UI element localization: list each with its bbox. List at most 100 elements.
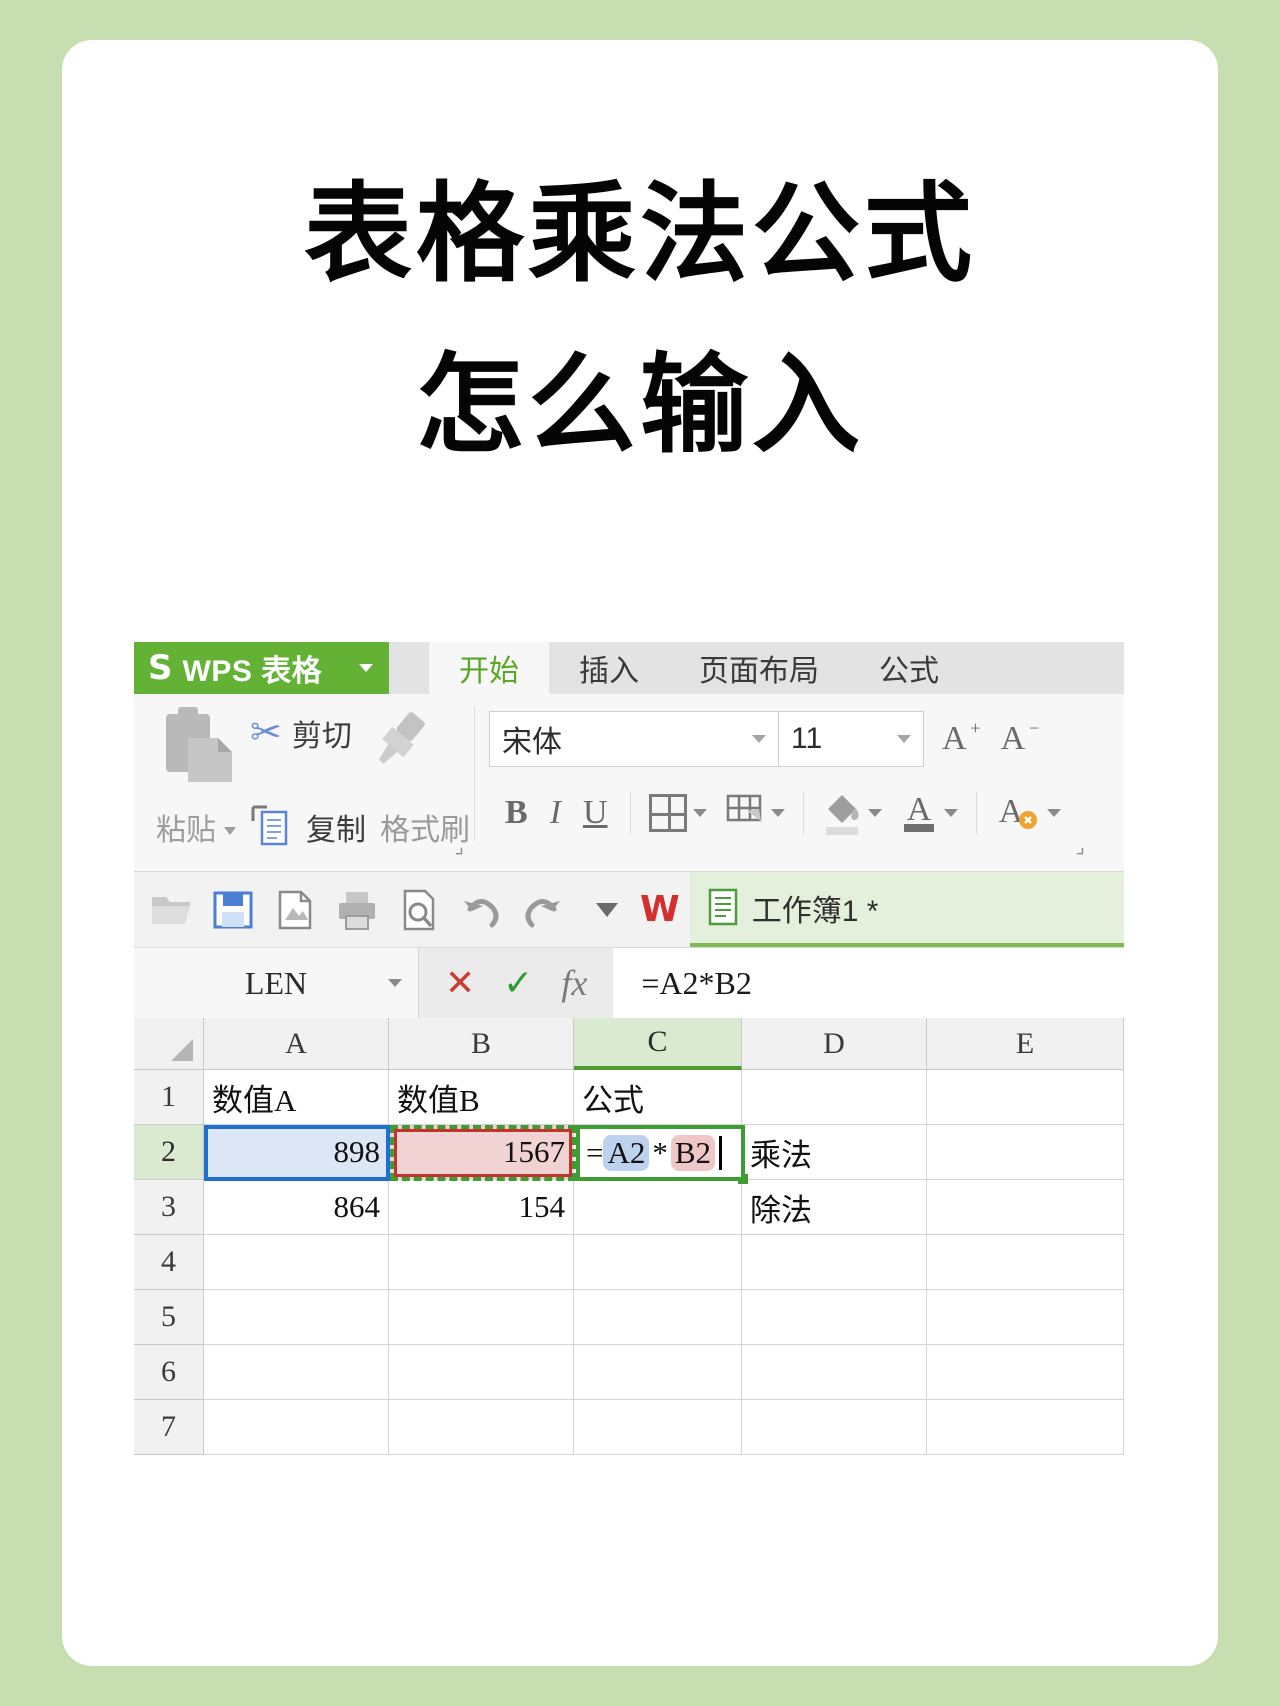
cell-b3[interactable]: 154 (389, 1180, 574, 1235)
table-row: 5 (134, 1290, 1124, 1345)
tab-formula[interactable]: 公式 (849, 642, 969, 694)
underline-button[interactable]: U (583, 794, 608, 832)
cell-a7[interactable] (204, 1400, 389, 1455)
quick-access-chevron-down-icon[interactable] (596, 902, 618, 917)
redo-icon[interactable] (520, 887, 566, 933)
cell-b5[interactable] (389, 1290, 574, 1345)
formula-input[interactable]: =A2*B2 (613, 948, 1124, 1018)
cell-b7[interactable] (389, 1400, 574, 1455)
column-header-b[interactable]: B (389, 1018, 574, 1070)
workbook-tab[interactable]: 工作簿1 * (689, 872, 1124, 947)
print-preview-icon[interactable] (396, 887, 442, 933)
chevron-down-icon[interactable] (359, 664, 373, 672)
undo-icon[interactable] (458, 887, 504, 933)
workbook-tab-label: 工作簿1 * (751, 894, 879, 928)
fill-color-chevron-down-icon[interactable] (867, 809, 882, 817)
clear-format-icon[interactable]: A (995, 788, 1041, 839)
font-color-icon[interactable]: A (900, 788, 938, 839)
column-header-a[interactable]: A (204, 1018, 389, 1070)
font-size-chevron-down-icon[interactable] (897, 735, 911, 743)
cell-a1[interactable]: 数值A (204, 1070, 389, 1125)
tab-insert[interactable]: 插入 (549, 642, 669, 694)
cell-e3[interactable] (927, 1180, 1124, 1235)
cell-e7[interactable] (927, 1400, 1124, 1455)
merge-chevron-down-icon[interactable] (770, 809, 785, 817)
cell-b1[interactable]: 数值B (389, 1070, 574, 1125)
cell-d1[interactable] (742, 1070, 927, 1125)
cell-e4[interactable] (927, 1235, 1124, 1290)
column-header-e[interactable]: E (927, 1018, 1124, 1070)
font-name-combobox[interactable]: 宋体 (489, 711, 779, 767)
row-header-1[interactable]: 1 (134, 1070, 204, 1125)
tab-page-layout[interactable]: 页面布局 (669, 642, 849, 694)
clipboard-dialog-launcher-icon[interactable]: ⌟ (455, 834, 464, 859)
column-header-c[interactable]: C (574, 1018, 742, 1070)
cell-a2[interactable]: 898 (204, 1125, 389, 1180)
format-painter-icon[interactable] (364, 704, 434, 774)
confirm-formula-icon[interactable]: ✓ (503, 965, 533, 1001)
row-header-5[interactable]: 5 (134, 1290, 204, 1345)
cell-c1[interactable]: 公式 (574, 1070, 742, 1125)
paste-icon[interactable] (160, 704, 234, 788)
cell-e6[interactable] (927, 1345, 1124, 1400)
export-pdf-icon[interactable] (272, 887, 318, 933)
fill-color-icon[interactable] (822, 791, 862, 835)
paste-chevron-down-icon[interactable] (224, 827, 236, 835)
cell-a3[interactable]: 864 (204, 1180, 389, 1235)
column-header-d[interactable]: D (742, 1018, 927, 1070)
increase-font-size-button[interactable]: A + (942, 718, 981, 758)
cell-a4[interactable] (204, 1235, 389, 1290)
ribbon-group-font: 宋体 11 A + A − B I U A A ⌟ (475, 694, 1095, 871)
row-header-3[interactable]: 3 (134, 1180, 204, 1235)
cell-e2[interactable] (927, 1125, 1124, 1180)
cell-b6[interactable] (389, 1345, 574, 1400)
tab-start[interactable]: 开始 (429, 642, 549, 694)
wps-app-menu-button[interactable]: S WPS 表格 (134, 642, 389, 694)
cancel-formula-icon[interactable]: ✕ (445, 965, 475, 1001)
cell-d2[interactable]: 乘法 (742, 1125, 927, 1180)
cell-d7[interactable] (742, 1400, 927, 1455)
cell-c5[interactable] (574, 1290, 742, 1345)
cell-b2[interactable]: 1567 (389, 1125, 574, 1180)
font-color-chevron-down-icon[interactable] (943, 809, 958, 817)
copy-label[interactable]: 复制 (306, 805, 366, 849)
bold-button[interactable]: B (505, 794, 528, 832)
cell-a6[interactable] (204, 1345, 389, 1400)
cell-d4[interactable] (742, 1235, 927, 1290)
cell-editor-c2[interactable]: = A2 * B2 (580, 1129, 741, 1177)
insert-function-icon[interactable]: fx (561, 965, 587, 1001)
open-icon[interactable] (148, 887, 194, 933)
cell-b4[interactable] (389, 1235, 574, 1290)
select-all-corner[interactable] (134, 1018, 204, 1070)
cell-c4[interactable] (574, 1235, 742, 1290)
cell-c7[interactable] (574, 1400, 742, 1455)
row-header-7[interactable]: 7 (134, 1400, 204, 1455)
cell-d3[interactable]: 除法 (742, 1180, 927, 1235)
font-name-chevron-down-icon[interactable] (752, 735, 766, 743)
cell-e1[interactable] (927, 1070, 1124, 1125)
merge-cells-icon[interactable] (725, 791, 765, 836)
borders-chevron-down-icon[interactable] (692, 809, 707, 817)
print-icon[interactable] (334, 887, 380, 933)
italic-button[interactable]: I (550, 794, 561, 832)
decrease-font-size-button[interactable]: A − (1001, 718, 1040, 758)
cell-e5[interactable] (927, 1290, 1124, 1345)
cell-c6[interactable] (574, 1345, 742, 1400)
row-header-4[interactable]: 4 (134, 1235, 204, 1290)
copy-icon[interactable] (250, 804, 296, 850)
cell-c3[interactable] (574, 1180, 742, 1235)
clear-format-chevron-down-icon[interactable] (1046, 809, 1061, 817)
cell-d6[interactable] (742, 1345, 927, 1400)
save-icon[interactable] (210, 887, 256, 933)
font-size-combobox[interactable]: 11 (779, 711, 924, 767)
name-box-chevron-down-icon[interactable] (388, 979, 402, 987)
cell-d5[interactable] (742, 1290, 927, 1345)
cell-a5[interactable] (204, 1290, 389, 1345)
row-header-2[interactable]: 2 (134, 1125, 204, 1180)
font-dialog-launcher-icon[interactable]: ⌟ (1076, 834, 1085, 859)
name-box[interactable]: LEN (134, 948, 419, 1018)
borders-icon[interactable] (648, 794, 687, 832)
cut-button[interactable]: ✂ 剪切 (250, 704, 352, 762)
paste-label[interactable]: 粘贴 (156, 805, 216, 849)
row-header-6[interactable]: 6 (134, 1345, 204, 1400)
